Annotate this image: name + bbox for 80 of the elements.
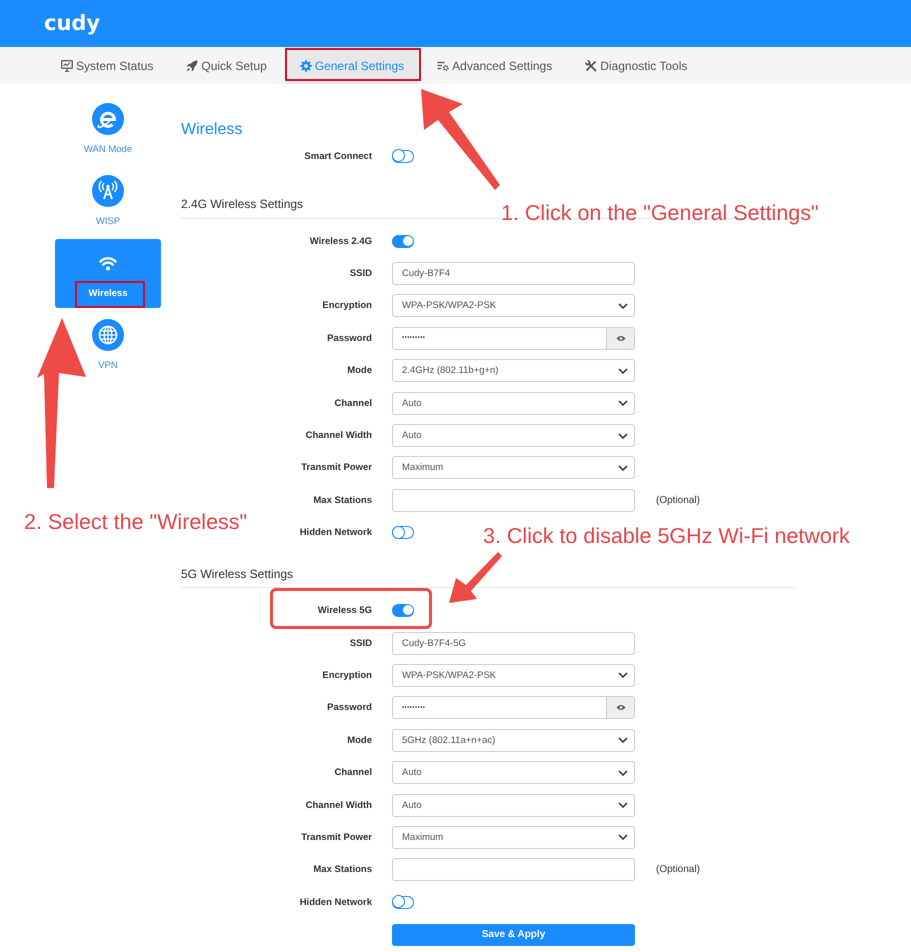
field-label: Transmit Power <box>301 462 372 474</box>
field-label: Hidden Network <box>300 896 372 908</box>
chevron-icon <box>618 802 628 808</box>
toggle-switch[interactable] <box>392 526 414 540</box>
chevron-icon <box>618 770 628 776</box>
toggle-switch[interactable] <box>392 896 414 909</box>
select-field[interactable]: Auto <box>392 424 635 448</box>
select-field[interactable]: Auto <box>392 392 635 415</box>
sidebar-item[interactable]: WAN Mode <box>84 95 132 164</box>
select-field[interactable]: Auto <box>392 761 635 784</box>
field-label: Channel Width <box>306 800 372 811</box>
antenna-icon <box>92 175 124 207</box>
show-password-button[interactable] <box>606 328 634 349</box>
field-label: Wireless 2.4G <box>310 236 372 247</box>
logo: cudy <box>44 10 100 34</box>
field-label: Password <box>327 702 372 714</box>
select-field[interactable]: WPA-PSK/WPA2-PSK <box>392 294 635 318</box>
gear-icon <box>300 60 312 72</box>
field-label: Transmit Power <box>301 832 372 843</box>
rocket-icon <box>186 60 198 72</box>
chevron-icon <box>618 302 628 309</box>
text-field[interactable]: Cudy-B7F4 <box>392 262 635 286</box>
field-label: Channel <box>334 398 372 409</box>
select-field[interactable]: 5GHz (802.11a+n+ac) <box>392 728 635 752</box>
text-field[interactable] <box>392 858 635 882</box>
text-field[interactable]: Cudy-B7F4-5G <box>392 632 635 655</box>
field-label: SSID <box>350 638 372 649</box>
field-label: Mode <box>347 365 372 376</box>
chevron-icon <box>618 464 628 471</box>
annotation-text: 3. Click to disable 5GHz Wi-Fi network <box>483 523 850 549</box>
globe-icon <box>92 319 124 351</box>
annotation-text: 2. Select the "Wireless" <box>24 509 248 535</box>
sidebar-item[interactable]: VPN <box>92 311 124 380</box>
field-label: Encryption <box>322 670 372 681</box>
field-label: Channel <box>334 767 372 778</box>
section-title: 5G Wireless Settings <box>181 566 294 582</box>
show-password-button[interactable] <box>606 697 634 718</box>
field-label: Hidden Network <box>300 527 372 538</box>
field-label: SSID <box>350 268 372 280</box>
field-label: Mode <box>347 734 372 746</box>
select-field[interactable]: Maximum <box>392 826 635 849</box>
field-label: Max Stations <box>313 494 372 506</box>
wifi-icon <box>99 256 117 271</box>
text-field[interactable] <box>392 488 635 512</box>
monitor-icon <box>61 60 73 72</box>
select-field[interactable]: Maximum <box>392 456 635 480</box>
chevron-icon <box>618 834 628 840</box>
annotation-arrow <box>449 552 502 603</box>
annotation-text: 1. Click on the "General Settings" <box>501 200 819 226</box>
field-label: Wireless 5G <box>318 605 372 616</box>
hint-text: (Optional) <box>656 864 700 876</box>
hint-text: (Optional) <box>656 494 700 506</box>
chevron-icon <box>618 672 628 678</box>
select-field[interactable]: WPA-PSK/WPA2-PSK <box>392 664 635 687</box>
nav-tab[interactable]: Diagnostic Tools <box>571 47 702 84</box>
page-title: Wireless <box>181 120 242 140</box>
chevron-icon <box>618 737 628 744</box>
nav-tab[interactable]: Quick Setup <box>172 47 281 84</box>
e-icon <box>92 103 124 135</box>
toggle-switch[interactable] <box>392 234 414 248</box>
select-field[interactable]: Auto <box>392 794 635 817</box>
chevron-icon <box>618 432 628 439</box>
eye-icon <box>616 704 626 712</box>
field-label: Password <box>327 332 372 344</box>
chevron-icon <box>618 400 628 406</box>
field-label: Channel Width <box>306 430 372 442</box>
field-label: Smart Connect <box>304 150 372 162</box>
nav-tab[interactable]: Advanced Settings <box>423 47 566 84</box>
chevron-icon <box>618 368 628 374</box>
sidebar-item[interactable]: WISP <box>92 167 124 236</box>
section-title: 2.4G Wireless Settings <box>181 196 304 212</box>
select-field[interactable]: 2.4GHz (802.11b+g+n) <box>392 359 635 382</box>
tools-icon <box>585 60 598 72</box>
toggle-switch[interactable] <box>392 604 414 618</box>
field-label: Encryption <box>322 300 372 312</box>
list-gear-icon <box>437 60 450 72</box>
nav-tab[interactable]: System Status <box>47 47 168 84</box>
toggle-switch[interactable] <box>392 150 414 163</box>
eye-icon <box>616 334 626 342</box>
field-label: Max Stations <box>313 864 372 876</box>
